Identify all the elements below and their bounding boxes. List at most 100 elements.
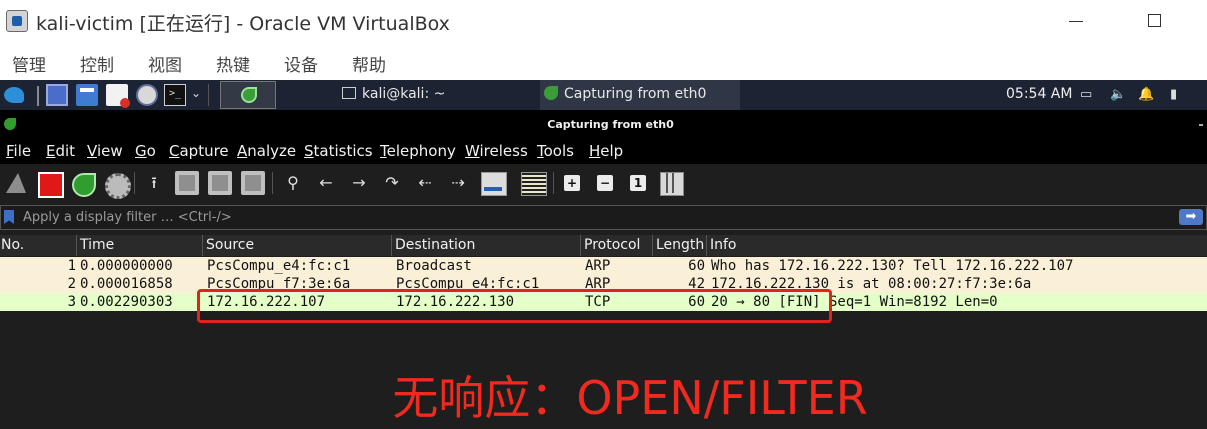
display-filter-bar[interactable]: Apply a display filter … <Ctrl-/> ➡	[0, 205, 1207, 230]
main-toolbar: ⭱ ⚲ ← → ↷ ⇠ ⇢ + − 1	[0, 164, 1207, 202]
menu-edit[interactable]: Edit	[46, 142, 75, 160]
maximize-icon[interactable]	[1148, 14, 1161, 27]
text-editor-icon[interactable]	[106, 84, 130, 108]
cell-length: 60	[688, 258, 705, 274]
column-header-length[interactable]: Length	[656, 237, 704, 253]
column-header-source[interactable]: Source	[206, 237, 254, 253]
zoom-out-icon[interactable]: −	[597, 175, 613, 191]
column-divider[interactable]	[76, 235, 77, 256]
auto-scroll-icon[interactable]	[480, 171, 507, 196]
menu-go[interactable]: Go	[135, 142, 156, 160]
normal-size-icon[interactable]: 1	[630, 175, 646, 191]
panel-separator	[208, 84, 209, 106]
menu-view[interactable]: View	[87, 142, 123, 160]
menu-telephony[interactable]: Telephony	[380, 142, 456, 160]
taskbar-terminal-label: kali@kali: ~	[362, 86, 446, 102]
host-menu-help[interactable]: 帮助	[352, 51, 386, 76]
show-desktop-icon[interactable]	[46, 84, 68, 106]
file-manager-icon[interactable]	[76, 84, 98, 106]
cell-time: 0.002290303	[80, 294, 173, 310]
cell-no: 1	[67, 258, 76, 274]
column-header-destination[interactable]: Destination	[395, 237, 475, 253]
start-capture-icon[interactable]	[4, 171, 28, 195]
go-to-packet-icon[interactable]: ↷	[380, 171, 404, 195]
last-packet-icon[interactable]: ⇢	[446, 171, 470, 195]
menu-wireless[interactable]: Wireless	[465, 142, 528, 160]
menu-tools[interactable]: Tools	[537, 142, 574, 160]
cell-protocol: ARP	[585, 258, 611, 274]
close-file-icon[interactable]	[208, 171, 232, 195]
toolbar-separator	[272, 172, 273, 194]
workspace-switcher[interactable]	[220, 81, 276, 109]
first-packet-icon[interactable]: ⇠	[413, 171, 437, 195]
terminal-icon[interactable]: >_	[164, 84, 186, 106]
menu-analyze[interactable]: Analyze	[237, 142, 296, 160]
menu-capture[interactable]: Capture	[169, 142, 229, 160]
host-menu-manage[interactable]: 管理	[12, 51, 46, 76]
apply-filter-arrow-icon[interactable]: ➡	[1179, 209, 1203, 225]
packet-list-header: No. Time Source Destination Protocol Len…	[0, 235, 1207, 256]
open-file-icon[interactable]: ⭱	[142, 171, 166, 195]
screen-icon[interactable]: ▭	[1080, 87, 1092, 102]
go-back-icon[interactable]: ←	[314, 171, 338, 195]
column-header-no[interactable]: No.	[1, 237, 24, 253]
chevron-down-icon[interactable]: ⌄	[191, 86, 201, 100]
toolbar-separator	[134, 172, 135, 194]
column-header-time[interactable]: Time	[80, 237, 114, 253]
cell-no: 2	[67, 276, 76, 292]
kali-top-panel: >_ ⌄ kali@kali: ~ Capturing from eth0 05…	[0, 80, 1207, 110]
colorize-icon[interactable]	[520, 171, 547, 196]
cell-info: Who has 172.16.222.130? Tell 172.16.222.…	[711, 258, 1074, 274]
taskbar-wireshark[interactable]: Capturing from eth0	[540, 80, 740, 110]
host-menu-hotkey[interactable]: 热键	[216, 51, 250, 76]
panel-clock[interactable]: 05:54 AM	[1006, 86, 1072, 102]
terminal-icon	[342, 87, 356, 99]
panel-separator	[37, 86, 39, 106]
cell-source: PcsCompu_e4:fc:c1	[207, 258, 351, 274]
column-header-protocol[interactable]: Protocol	[584, 237, 640, 253]
reload-file-icon[interactable]	[241, 171, 265, 195]
browser-icon[interactable]	[136, 84, 158, 106]
table-row[interactable]: 1 0.000000000 PcsCompu_e4:fc:c1 Broadcas…	[0, 257, 1207, 275]
wireshark-window-title: Capturing from eth0	[547, 118, 674, 131]
host-window-title: kali-victim [正在运行] - Oracle VM VirtualBo…	[36, 13, 450, 35]
column-divider[interactable]	[580, 235, 581, 256]
annotation-highlight-box	[197, 289, 832, 323]
bookmark-icon[interactable]	[4, 210, 14, 224]
annotation-text: 无响应：OPEN/FILTER	[392, 371, 868, 425]
resize-columns-icon[interactable]	[659, 171, 685, 196]
battery-icon[interactable]: ▮	[1170, 87, 1177, 102]
host-menu-control[interactable]: 控制	[80, 51, 114, 76]
capture-options-icon[interactable]	[103, 171, 131, 199]
cell-no: 3	[67, 294, 76, 310]
save-file-icon[interactable]	[175, 171, 199, 195]
menu-statistics[interactable]: Statistics	[304, 142, 373, 160]
column-divider[interactable]	[652, 235, 653, 256]
find-packet-icon[interactable]: ⚲	[281, 171, 305, 195]
kali-dragon-icon[interactable]	[2, 84, 28, 106]
host-menu-devices[interactable]: 设备	[284, 51, 318, 76]
host-menu-view[interactable]: 视图	[148, 51, 182, 76]
wireshark-fin-icon	[241, 87, 257, 103]
wireshark-fin-icon	[544, 86, 558, 100]
notification-bell-icon[interactable]: 🔔	[1138, 87, 1154, 102]
cell-time: 0.000000000	[80, 258, 173, 274]
cell-time: 0.000016858	[80, 276, 173, 292]
menu-file[interactable]: File	[6, 142, 31, 160]
column-divider[interactable]	[202, 235, 203, 256]
minimize-icon[interactable]	[1069, 21, 1083, 22]
menu-help[interactable]: Help	[589, 142, 623, 160]
display-filter-input[interactable]: Apply a display filter … <Ctrl-/>	[23, 210, 232, 225]
volume-icon[interactable]: 🔈	[1110, 87, 1126, 102]
cell-destination: Broadcast	[396, 258, 472, 274]
taskbar-terminal[interactable]: kali@kali: ~	[336, 80, 536, 110]
go-forward-icon[interactable]: →	[347, 171, 371, 195]
column-divider[interactable]	[706, 235, 707, 256]
column-divider[interactable]	[391, 235, 392, 256]
zoom-in-icon[interactable]: +	[564, 175, 580, 191]
stop-capture-icon[interactable]	[37, 171, 64, 198]
restart-capture-icon[interactable]	[70, 171, 96, 197]
column-header-info[interactable]: Info	[710, 237, 737, 253]
wireshark-menu-bar: File Edit View Go Capture Analyze Statis…	[0, 138, 1207, 164]
window-control-icon[interactable]	[1199, 124, 1203, 126]
